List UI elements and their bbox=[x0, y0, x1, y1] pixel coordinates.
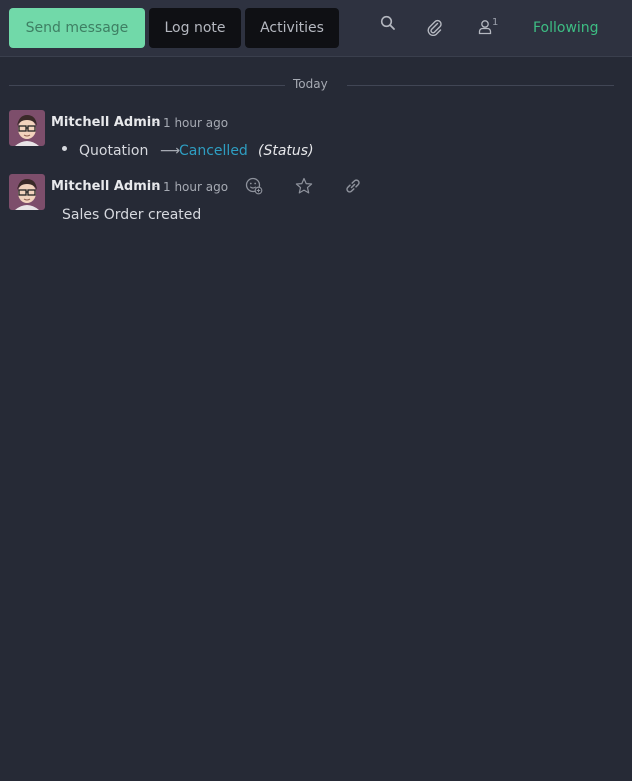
add-reaction-icon[interactable] bbox=[244, 177, 264, 195]
paperclip-icon[interactable] bbox=[423, 14, 445, 40]
date-separator-label: Today bbox=[293, 77, 328, 91]
message-time: 1 hour ago bbox=[163, 116, 229, 130]
activities-button[interactable]: Activities bbox=[245, 8, 339, 48]
message-body: Sales Order created bbox=[62, 207, 202, 223]
message-time: 1 hour ago bbox=[163, 180, 229, 194]
author-separator: - bbox=[153, 115, 158, 129]
send-message-button[interactable]: Send message bbox=[9, 8, 145, 48]
star-icon[interactable] bbox=[294, 177, 314, 195]
message-author[interactable]: Mitchell Admin bbox=[51, 179, 160, 194]
separator-line-right bbox=[347, 85, 614, 86]
tracking-new-value: Cancelled bbox=[179, 143, 248, 159]
follower-count: 1 bbox=[492, 17, 499, 28]
chatter-topbar: Send message Log note Activities 1 Follo… bbox=[0, 0, 632, 57]
tracking-arrow-icon: ⟶ bbox=[160, 143, 181, 159]
log-note-button[interactable]: Log note bbox=[149, 8, 241, 48]
tracking-field-name: (Status) bbox=[258, 143, 314, 159]
link-icon[interactable] bbox=[343, 177, 363, 195]
tracking-old-value: Quotation bbox=[79, 143, 149, 159]
message-author[interactable]: Mitchell Admin bbox=[51, 115, 160, 130]
avatar[interactable] bbox=[9, 110, 45, 146]
tracking-bullet bbox=[62, 146, 67, 151]
following-button[interactable]: Following bbox=[533, 20, 599, 36]
search-icon[interactable] bbox=[377, 10, 399, 36]
avatar[interactable] bbox=[9, 174, 45, 210]
author-separator: - bbox=[153, 179, 158, 193]
date-separator: Today bbox=[9, 77, 614, 91]
separator-line-left bbox=[9, 85, 285, 86]
